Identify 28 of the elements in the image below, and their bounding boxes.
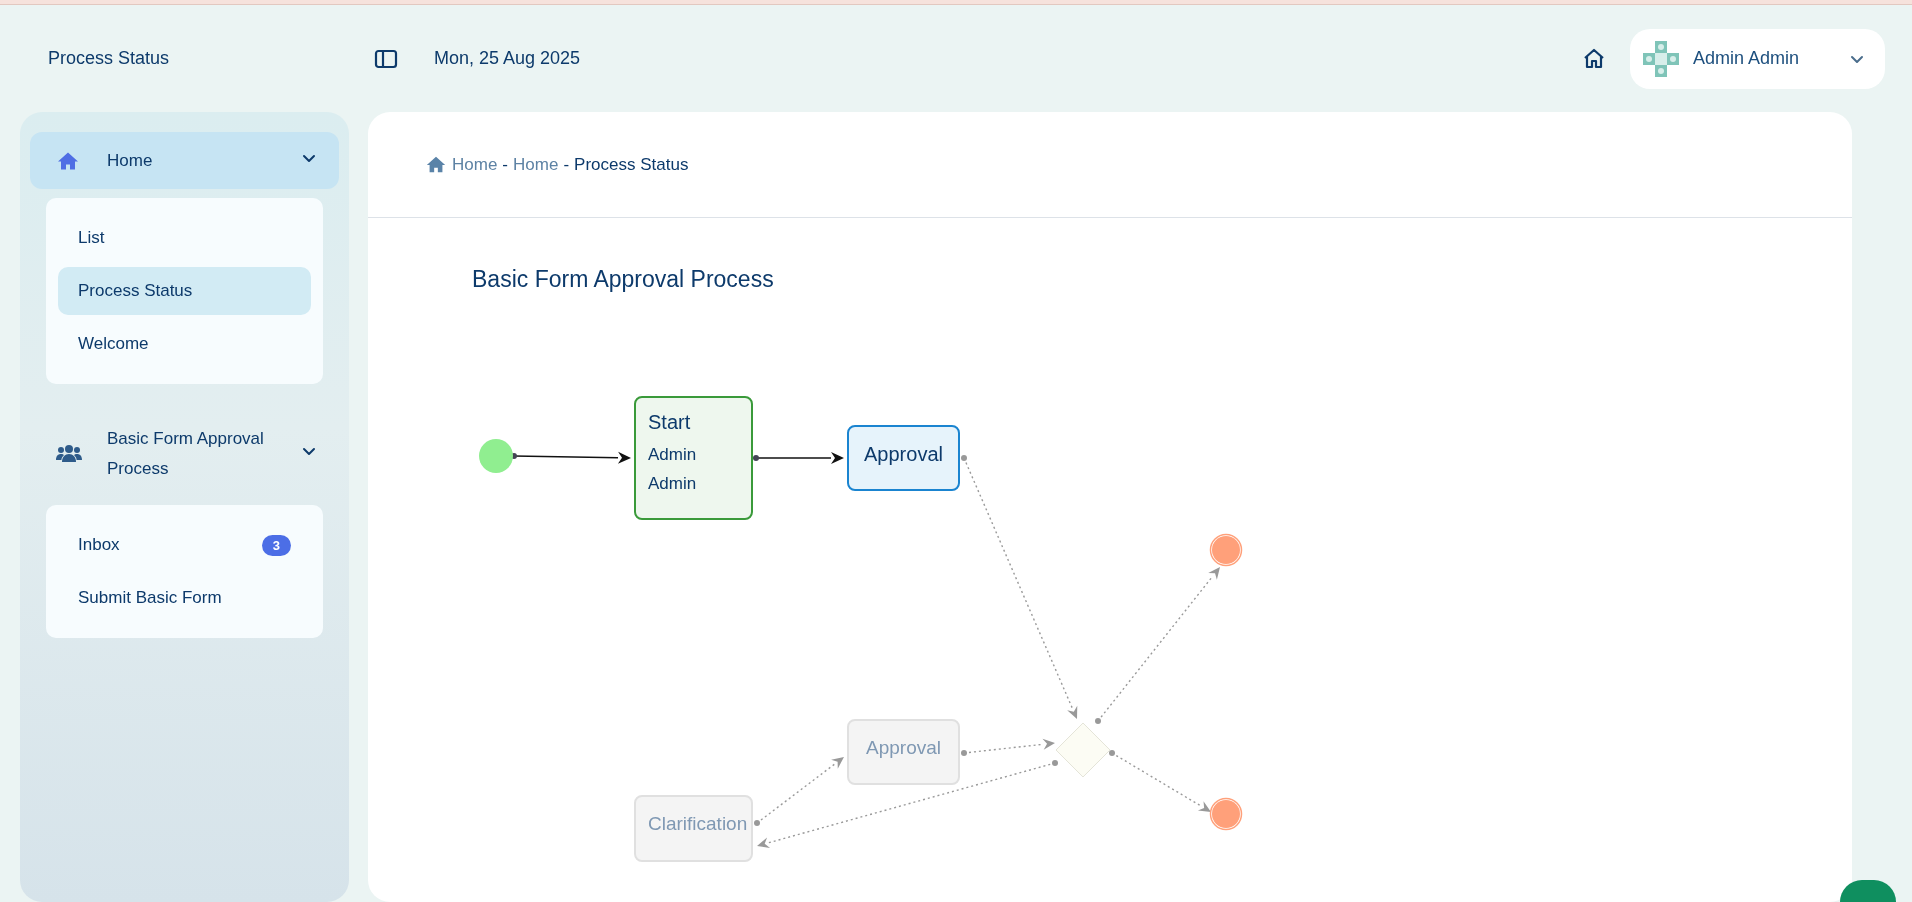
breadcrumb-separator: - (502, 154, 509, 175)
task-node: Start Admin Admin (634, 396, 753, 520)
page-title: Process Status (48, 48, 171, 69)
current-date: Mon, 25 Aug 2025 (434, 48, 581, 69)
breadcrumb-link[interactable]: Home (513, 154, 559, 175)
task-node: Clarification (634, 795, 753, 862)
breadcrumb-separator: - (563, 154, 570, 175)
gateway-diamond (1055, 722, 1111, 778)
nav-group[interactable]: Home (30, 132, 339, 189)
breadcrumb-link[interactable]: Home (452, 154, 498, 175)
home-icon[interactable] (1582, 46, 1606, 71)
task-node: Approval (847, 425, 960, 491)
user-menu-button[interactable]: Admin Admin (1630, 28, 1885, 89)
sidebar-toggle-icon[interactable] (374, 48, 398, 69)
users-icon (56, 444, 82, 464)
task-node: Approval (847, 719, 960, 785)
nav-item[interactable]: Process Status (58, 267, 311, 315)
nav-item[interactable]: Inbox 3 (58, 521, 311, 569)
avatar-pattern-icon (1643, 40, 1679, 77)
nav-item[interactable]: Welcome (58, 320, 311, 368)
breadcrumb-current: Process Status (574, 154, 689, 175)
floating-action-button[interactable] (1840, 880, 1896, 902)
count-badge: 3 (261, 534, 291, 556)
home-icon (425, 155, 447, 174)
nav-item[interactable]: Submit Basic Form (58, 574, 311, 622)
diagram-title: Basic Form Approval Process (472, 266, 774, 293)
nav-group[interactable]: Basic Form Approval Process (30, 412, 339, 496)
nav-item[interactable]: List (58, 214, 311, 262)
